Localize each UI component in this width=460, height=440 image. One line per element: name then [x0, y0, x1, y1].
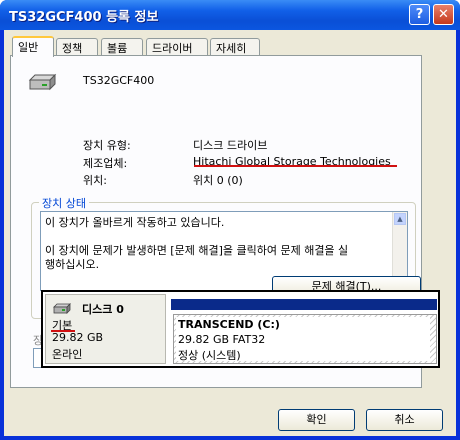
ok-button[interactable]: 확인 [278, 409, 355, 431]
tab-policies[interactable]: 정책 [56, 38, 98, 55]
dialog-client: 일반 정책 볼륨 드라이버 자세히 TS32GCF400 장치 유형: 디스크 … [4, 30, 456, 436]
status-line [45, 230, 403, 244]
scroll-up-arrow-icon[interactable]: ▲ [394, 213, 406, 225]
device-name: TS32GCF400 [83, 74, 155, 87]
partition-info: TRANSCEND (C:) 29.82 GB FAT32 정상 (시스템) [176, 317, 430, 362]
partition-header-bar [171, 299, 437, 310]
device-type-label: 장치 유형: [83, 139, 131, 152]
partition-block[interactable]: TRANSCEND (C:) 29.82 GB FAT32 정상 (시스템) [173, 314, 437, 364]
location-label: 위치: [83, 174, 107, 187]
status-line: 이 장치에 문제가 발생하면 [문제 해결]을 클릭하여 문제 해결을 실 [45, 244, 349, 257]
disk-icon [53, 303, 71, 314]
close-button[interactable]: ✕ [433, 4, 454, 25]
device-type-value: 디스크 드라이브 [193, 139, 268, 152]
disk-info-panel[interactable]: 디스크 0 기본 29.82 GB 온라인 [45, 294, 166, 364]
cancel-button[interactable]: 취소 [366, 409, 443, 431]
disk-state: 온라인 [52, 348, 83, 361]
location-value: 위치 0 (0) [193, 174, 243, 187]
drive-icon [28, 73, 57, 91]
help-button[interactable]: ? [409, 4, 430, 25]
status-line: 이 장치가 올바르게 작동하고 있습니다. [45, 216, 225, 229]
device-status-title: 장치 상태 [39, 195, 89, 211]
status-line: 행하십시오. [45, 258, 100, 271]
disk-size: 29.82 GB [52, 331, 104, 344]
title-bar[interactable]: TS32GCF400 등록 정보 ? ✕ [0, 0, 460, 30]
partition-size: 29.82 GB FAT32 [178, 333, 266, 346]
tab-volumes[interactable]: 볼륨 [101, 38, 143, 55]
partition-status: 정상 (시스템) [178, 349, 241, 362]
partition-name: TRANSCEND (C:) [178, 318, 280, 331]
disk-title: 디스크 0 [82, 303, 124, 316]
tab-general[interactable]: 일반 [12, 36, 54, 57]
manufacturer-label: 제조업체: [83, 157, 128, 170]
manufacturer-annotation-underline [194, 165, 397, 167]
window-title: TS32GCF400 등록 정보 [9, 10, 159, 25]
tab-driver[interactable]: 드라이버 [146, 38, 208, 55]
disk-management-overlay: 디스크 0 기본 29.82 GB 온라인 TRANSCEND (C:) 29.… [41, 290, 440, 368]
tab-details[interactable]: 자세히 [210, 38, 260, 55]
properties-window: TS32GCF400 등록 정보 ? ✕ 일반 정책 볼륨 드라이버 자세히 T… [0, 0, 460, 440]
